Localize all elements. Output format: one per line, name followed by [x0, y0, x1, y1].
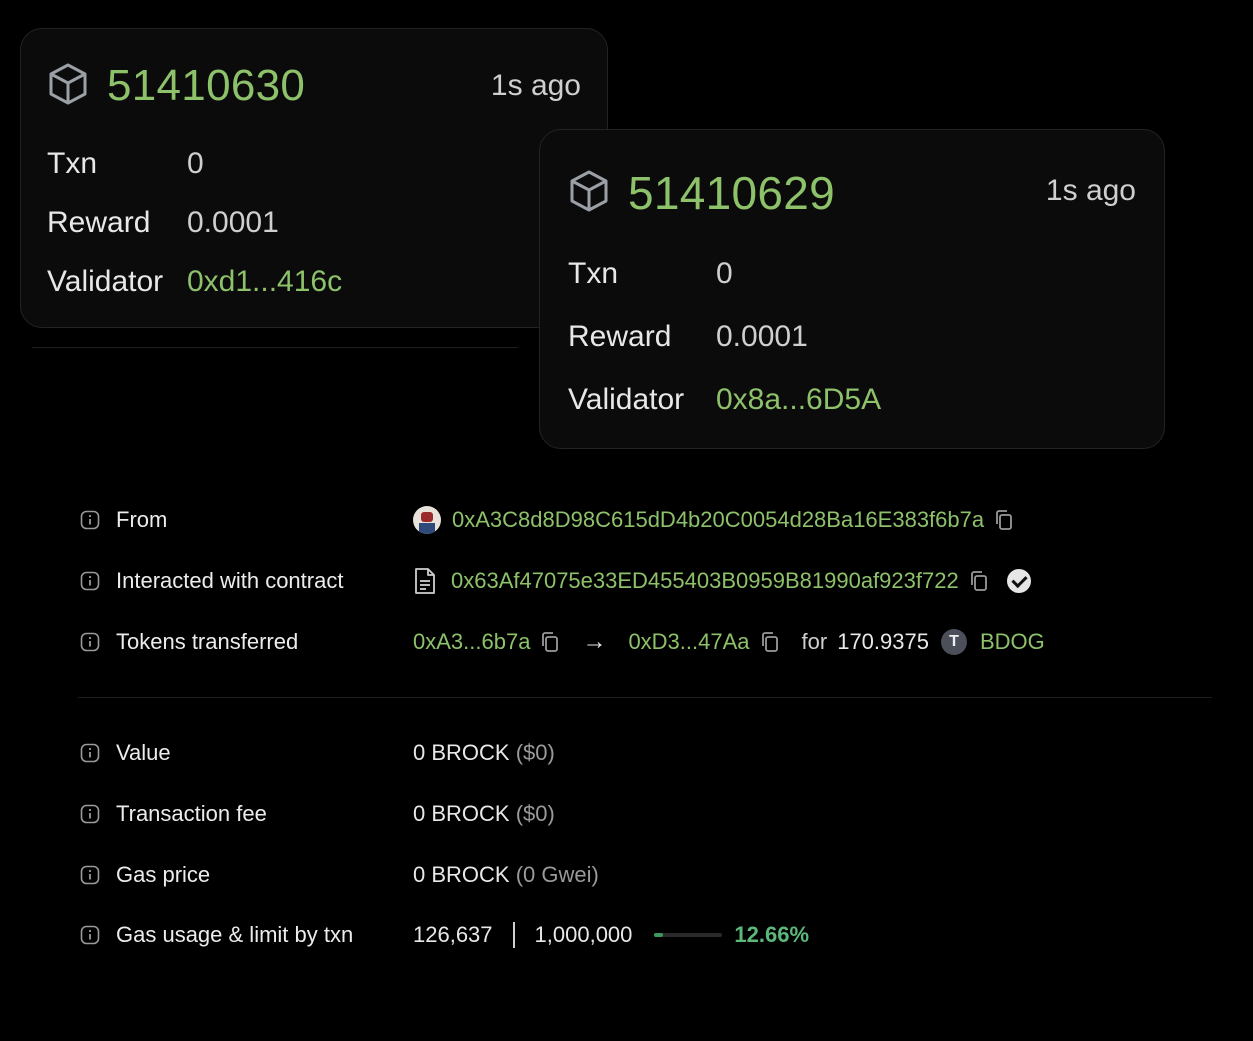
- validator-link[interactable]: 0x8a...6D5A: [716, 383, 881, 417]
- contract-row: Interacted with contract 0x63Af47075e33E…: [80, 567, 1031, 595]
- gas-used: 126,637: [413, 922, 493, 947]
- reward-row: Reward 0.0001: [568, 320, 808, 354]
- token-from-link[interactable]: 0xA3...6b7a: [413, 629, 530, 655]
- token-name-link[interactable]: BDOG: [980, 629, 1045, 655]
- avatar: [413, 506, 441, 534]
- copy-icon[interactable]: [540, 631, 560, 653]
- separator: [512, 922, 515, 948]
- token-logo-icon: T: [940, 629, 967, 655]
- txn-label: Txn: [568, 257, 619, 290]
- value-usd: ($0): [515, 740, 555, 765]
- info-icon[interactable]: [80, 571, 100, 591]
- token-amount: 170.9375: [837, 629, 929, 654]
- block-age: 1s ago: [1045, 174, 1136, 207]
- tokens-label: Tokens transferred: [116, 629, 299, 654]
- validator-label: Validator: [47, 265, 164, 298]
- fee-row: Transaction fee 0 BROCK ($0): [80, 801, 555, 827]
- block-card-51410630[interactable]: 51410630 1s ago Txn 0 Reward 0.0001 Vali…: [20, 28, 608, 328]
- reward-value: 0.0001: [716, 320, 808, 353]
- gas-price-label: Gas price: [116, 862, 211, 887]
- block-age: 1s ago: [490, 69, 581, 102]
- from-label: From: [116, 507, 168, 532]
- info-icon[interactable]: [80, 804, 100, 824]
- block-header: 51410629: [568, 166, 835, 220]
- gas-usage-label: Gas usage & limit by txn: [116, 922, 354, 947]
- value-row: Value 0 BROCK ($0): [80, 740, 555, 766]
- value-amount: 0 BROCK: [413, 740, 510, 765]
- block-number[interactable]: 51410629: [628, 166, 835, 220]
- document-icon: [413, 567, 437, 595]
- block-number[interactable]: 51410630: [107, 61, 305, 111]
- gas-usage-percent: 12.66%: [734, 922, 810, 947]
- block-icon: [47, 62, 89, 111]
- info-icon[interactable]: [80, 865, 100, 885]
- for-label: for: [801, 629, 828, 654]
- divider: [32, 347, 518, 348]
- reward-label: Reward: [47, 206, 151, 239]
- reward-value: 0.0001: [187, 206, 279, 239]
- txn-value: 0: [187, 147, 204, 180]
- reward-label: Reward: [568, 320, 672, 353]
- tokens-row: Tokens transferred 0xA3...6b7a → 0xD3...…: [80, 628, 1045, 656]
- reward-row: Reward 0.0001: [47, 206, 279, 240]
- block-header: 51410630: [47, 61, 305, 111]
- gas-usage-bar: [654, 933, 723, 937]
- copy-icon[interactable]: [969, 570, 989, 592]
- contract-address-link[interactable]: 0x63Af47075e33ED455403B0959B81990af923f7…: [451, 568, 959, 594]
- gas-price-row: Gas price 0 BROCK (0 Gwei): [80, 862, 599, 888]
- validator-row: Validator 0x8a...6D5A: [568, 383, 881, 417]
- gas-price-gwei: (0 Gwei): [515, 862, 599, 887]
- copy-icon[interactable]: [760, 631, 780, 653]
- txn-value: 0: [716, 257, 733, 290]
- validator-row: Validator 0xd1...416c: [47, 265, 342, 299]
- block-card-51410629[interactable]: 51410629 1s ago Txn 0 Reward 0.0001 Vali…: [539, 129, 1165, 449]
- value-label: Value: [116, 740, 171, 765]
- validator-link[interactable]: 0xd1...416c: [187, 265, 342, 299]
- gas-price-amount: 0 BROCK: [413, 862, 510, 887]
- info-icon[interactable]: [80, 925, 100, 945]
- info-icon[interactable]: [80, 743, 100, 763]
- arrow-right-icon: →: [582, 628, 607, 655]
- token-to-link[interactable]: 0xD3...47Aa: [628, 629, 749, 655]
- gas-usage-bar-fill: [654, 933, 663, 937]
- info-icon[interactable]: [80, 510, 100, 530]
- txn-row: Txn 0: [568, 257, 733, 291]
- from-address-link[interactable]: 0xA3C8d8D98C615dD4b20C0054d28Ba16E383f6b…: [452, 507, 984, 533]
- gas-usage-row: Gas usage & limit by txn 126,637 1,000,0…: [80, 922, 809, 948]
- fee-label: Transaction fee: [116, 801, 267, 826]
- fee-amount: 0 BROCK: [413, 801, 510, 826]
- gas-limit: 1,000,000: [534, 922, 633, 947]
- txn-label: Txn: [47, 147, 98, 180]
- txn-row: Txn 0: [47, 147, 204, 181]
- from-row: From 0xA3C8d8D98C615dD4b20C0054d28Ba16E3…: [80, 506, 1014, 534]
- fee-usd: ($0): [515, 801, 555, 826]
- divider: [78, 697, 1212, 698]
- contract-label: Interacted with contract: [116, 568, 344, 593]
- validator-label: Validator: [568, 383, 685, 416]
- copy-icon[interactable]: [994, 509, 1014, 531]
- block-icon: [568, 168, 610, 219]
- info-icon[interactable]: [80, 632, 100, 652]
- verified-check-icon: [1006, 569, 1031, 593]
